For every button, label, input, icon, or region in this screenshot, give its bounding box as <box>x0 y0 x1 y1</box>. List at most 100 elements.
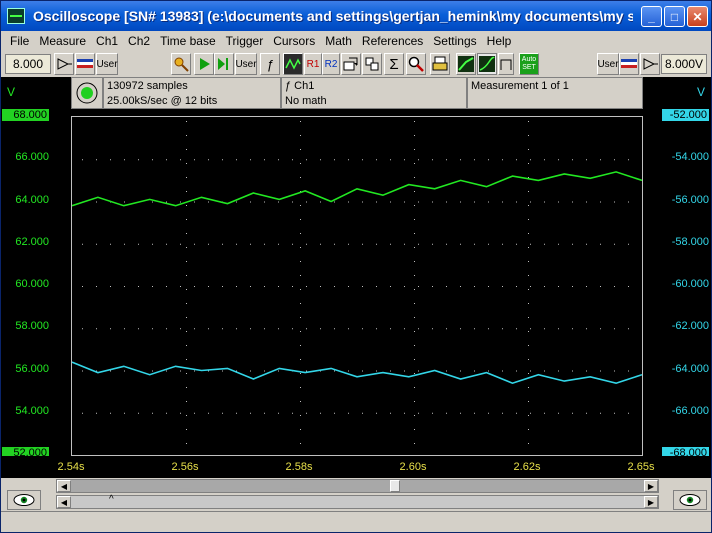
minimize-button[interactable]: _ <box>641 6 662 27</box>
right-arrow-icon-2: ▶ <box>647 497 655 507</box>
scroll-thumb[interactable] <box>390 480 400 492</box>
run-button[interactable] <box>194 53 214 75</box>
oscilloscope-icon <box>7 8 25 24</box>
scroll-left-button[interactable]: ◀ <box>57 480 71 492</box>
menu-settings[interactable]: Settings <box>428 34 481 48</box>
ch2-tick-label: -56.000 <box>671 193 709 206</box>
reference-r2-button[interactable]: R2 <box>322 53 340 75</box>
menu-references[interactable]: References <box>357 34 428 48</box>
ch2-user-button[interactable]: User <box>597 53 619 75</box>
time-tick-label: 2.58s <box>285 461 313 473</box>
flag-icon <box>77 59 93 68</box>
ch1-sensitivity-value[interactable]: 8.000 <box>5 54 51 74</box>
math-source: ƒ Ch1 <box>285 80 315 92</box>
ch2-unit-label: V <box>696 85 705 99</box>
find-signal-button[interactable] <box>171 53 191 75</box>
ch2-trace <box>71 361 643 385</box>
sigma-icon: Σ <box>389 55 399 73</box>
display-mode-button[interactable] <box>477 53 497 75</box>
swap-icon <box>365 57 379 71</box>
single-shot-button[interactable] <box>214 53 234 75</box>
zoom-track[interactable] <box>71 496 644 508</box>
zoom-scrollbar[interactable]: ◀ ^ ▶ <box>56 494 659 509</box>
time-scrollbar[interactable]: ◀ ▶ <box>56 479 659 493</box>
scroll-track[interactable] <box>71 480 644 492</box>
probe-icon-2 <box>643 58 658 70</box>
ch2-tick-label: -58.000 <box>671 235 709 248</box>
user-settings-button[interactable]: User <box>235 53 257 75</box>
ch2-sensitivity-value[interactable]: 8.000V <box>661 54 707 74</box>
ch1-tick-label: 66.000 <box>15 151 49 164</box>
measurement-info: Measurement 1 of 1 <box>467 77 643 109</box>
menu-ch2[interactable]: Ch2 <box>123 34 155 48</box>
time-tick-label: 2.56s <box>171 461 199 473</box>
auto-set-button[interactable]: Auto SET <box>519 53 539 75</box>
minimize-icon: _ <box>648 9 655 24</box>
ch2-tick-label: -62.000 <box>671 320 709 333</box>
step-icon <box>218 58 228 70</box>
printer-icon <box>432 56 448 71</box>
ch2-tick-label: -60.000 <box>671 278 709 290</box>
r2-label: R2 <box>324 58 338 70</box>
reference-r1-button[interactable]: R1 <box>304 53 322 75</box>
time-tick-label: 2.60s <box>399 461 427 473</box>
copy-to-reference-button[interactable] <box>341 53 361 75</box>
swap-button[interactable] <box>362 53 382 75</box>
menu-help[interactable]: Help <box>482 34 517 48</box>
measurement-label: Measurement 1 of 1 <box>471 80 569 92</box>
flag-icon-2 <box>621 59 637 68</box>
menu-bar: File Measure Ch1 Ch2 Time base Trigger C… <box>1 31 711 50</box>
persistence-icon <box>458 56 474 72</box>
ch1-tick-label: 54.000 <box>15 404 49 417</box>
ch1-tick-label: 56.000 <box>15 362 49 375</box>
title-bar[interactable]: Oscilloscope [SN# 13983] (e:\documents a… <box>1 1 711 31</box>
record-indicator[interactable] <box>71 77 103 109</box>
menu-measure[interactable]: Measure <box>34 34 91 48</box>
probe-icon <box>57 58 72 70</box>
ch1-user-button[interactable]: User <box>96 53 118 75</box>
print-button[interactable] <box>430 53 450 75</box>
zoom-right-button[interactable]: ▶ <box>644 496 658 508</box>
left-arrow-icon: ◀ <box>60 481 68 491</box>
status-bar <box>1 511 711 532</box>
menu-ch1[interactable]: Ch1 <box>91 34 123 48</box>
ch1-tick-label: 62.000 <box>15 235 49 248</box>
r1-label: R1 <box>306 58 320 70</box>
zoom-button[interactable] <box>406 53 426 75</box>
function-button[interactable]: ƒ <box>260 53 280 75</box>
ch2-visibility-button[interactable] <box>673 490 707 510</box>
zoom-left-button[interactable]: ◀ <box>57 496 71 508</box>
maximize-button[interactable]: □ <box>664 6 685 27</box>
menu-file[interactable]: File <box>5 34 34 48</box>
time-axis: 2.54s 2.56s 2.58s 2.60s 2.62s 2.65s <box>1 456 711 478</box>
ch1-tick-label: 64.000 <box>15 193 49 206</box>
persistence-button[interactable] <box>456 53 476 75</box>
ch1-visibility-button[interactable] <box>7 490 41 510</box>
right-arrow-icon: ▶ <box>647 481 655 491</box>
menu-trigger[interactable]: Trigger <box>221 34 269 48</box>
scope-screen[interactable] <box>71 116 643 456</box>
waveform-icon <box>285 58 301 70</box>
ch1-tick-label: 60.000 <box>15 278 49 290</box>
left-arrow-icon-2: ◀ <box>60 497 68 507</box>
sum-button[interactable]: Σ <box>384 53 404 75</box>
signal-view-button[interactable] <box>283 53 303 75</box>
menu-time-base[interactable]: Time base <box>155 34 221 48</box>
info-bar: 130972 samples 25.00kS/sec @ 12 bits ƒ C… <box>71 77 643 109</box>
time-tick-label: 2.62s <box>513 461 541 473</box>
ch2-coupling-button[interactable] <box>619 53 639 75</box>
close-icon: ✕ <box>692 9 703 24</box>
close-button[interactable]: ✕ <box>687 6 708 27</box>
ch2-tick-label: -64.000 <box>671 362 709 375</box>
oscilloscope-window: Oscilloscope [SN# 13983] (e:\documents a… <box>0 0 712 533</box>
scroll-right-button[interactable]: ▶ <box>644 480 658 492</box>
menu-math[interactable]: Math <box>320 34 357 48</box>
sample-count: 130972 samples <box>107 80 188 92</box>
ch1-probe-button[interactable] <box>54 53 74 75</box>
menu-cursors[interactable]: Cursors <box>268 34 320 48</box>
user-label: User <box>96 58 118 70</box>
ch1-coupling-button[interactable] <box>75 53 95 75</box>
ch2-probe-button[interactable] <box>640 53 660 75</box>
eye-icon <box>13 494 35 506</box>
peak-button[interactable] <box>498 53 514 75</box>
